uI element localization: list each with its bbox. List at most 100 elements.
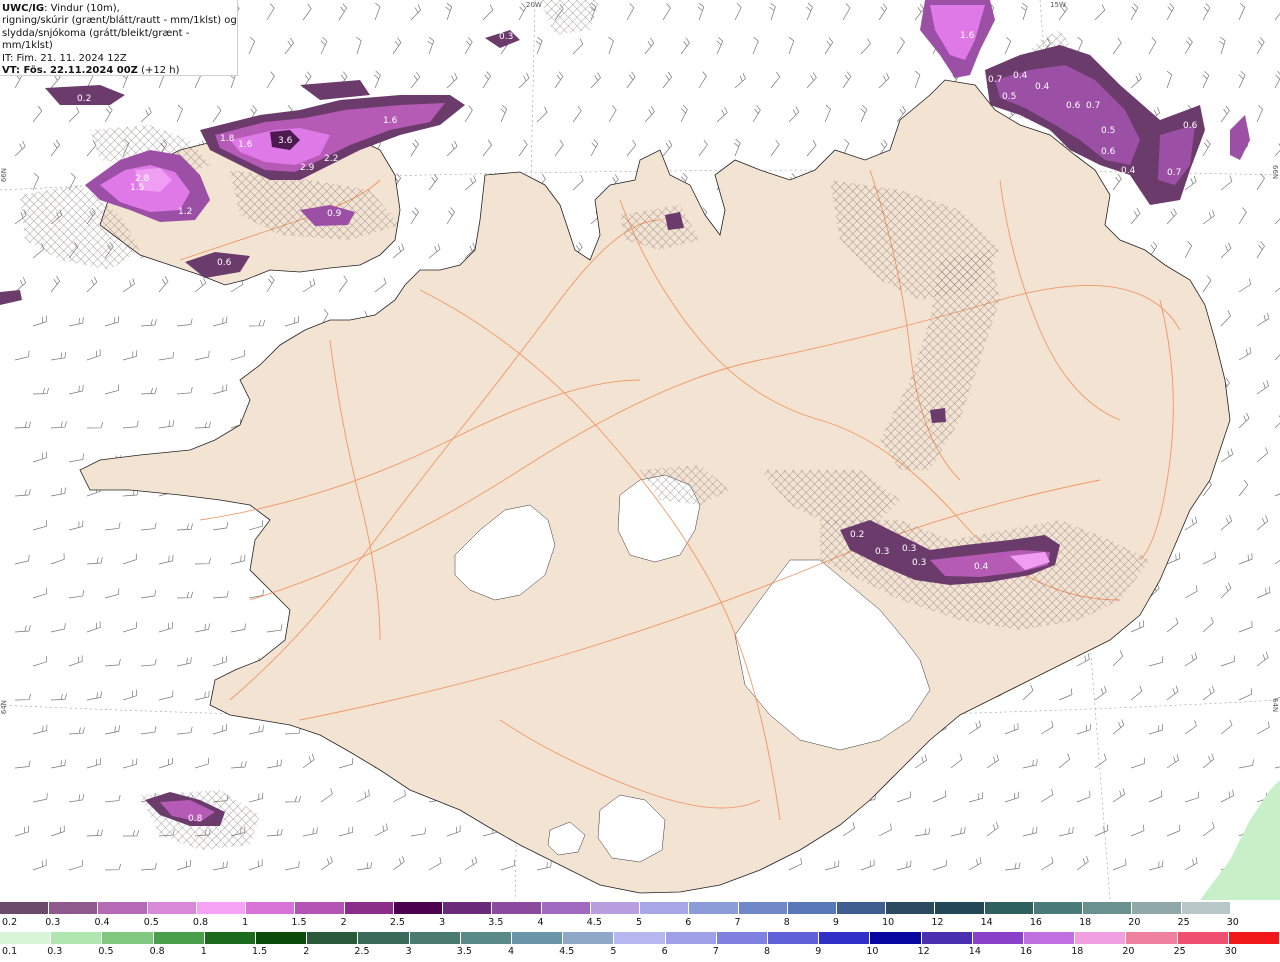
precip-label: 1.5 bbox=[130, 183, 144, 193]
wind-barb bbox=[1004, 36, 1012, 55]
wind-barb bbox=[1148, 860, 1164, 871]
legend-swatch bbox=[512, 932, 564, 944]
wind-barb bbox=[1166, 685, 1179, 701]
wind-barb bbox=[644, 37, 655, 55]
wind-barb bbox=[662, 71, 673, 89]
wind-barb bbox=[392, 37, 402, 55]
wind-barb bbox=[824, 37, 834, 55]
legend-value: 2.5 bbox=[354, 946, 370, 957]
wind-barb bbox=[104, 794, 121, 803]
precip-label: 0.3 bbox=[902, 544, 916, 554]
legend-swatch bbox=[614, 932, 666, 944]
legend-swatch bbox=[0, 932, 52, 944]
wind-barb bbox=[176, 318, 193, 327]
legend-value: 3.5 bbox=[488, 917, 504, 928]
legend-value: 1.5 bbox=[291, 917, 307, 928]
wind-barb bbox=[590, 139, 599, 157]
wind-barb bbox=[932, 859, 947, 871]
legend-swatch bbox=[665, 932, 717, 944]
wind-barb bbox=[392, 789, 406, 803]
legend-swatch bbox=[196, 902, 247, 914]
wind-barb bbox=[860, 104, 868, 123]
wind-barb bbox=[1274, 71, 1280, 89]
snow-colorbar bbox=[0, 902, 1280, 914]
wind-barb bbox=[374, 70, 381, 89]
wind-barb bbox=[536, 861, 552, 871]
wind-barb bbox=[302, 278, 316, 293]
wind-barb bbox=[212, 591, 229, 599]
wind-barb bbox=[950, 753, 963, 769]
wind-barb bbox=[896, 860, 912, 871]
wind-barb bbox=[1274, 218, 1280, 225]
header-valid-time: VT: Fös. 22.11.2024 00Z (+12 h) bbox=[2, 65, 237, 77]
legend-swatch bbox=[147, 902, 197, 914]
header-line-2: rigning/skúrir (grænt/blátt/rautt - mm/1… bbox=[2, 15, 237, 27]
wind-barb bbox=[50, 623, 66, 633]
legend-swatch bbox=[307, 932, 359, 944]
wind-barb bbox=[266, 624, 283, 633]
precip-label: 1.8 bbox=[220, 134, 235, 144]
wind-barb bbox=[230, 761, 247, 769]
forecast-info-box: UWC/IG: Vindur (10m), rigning/skúrir (gr… bbox=[0, 0, 238, 76]
wind-barb bbox=[1184, 791, 1199, 803]
legend-swatch bbox=[102, 932, 154, 944]
precip-label: 0.4 bbox=[1035, 82, 1050, 92]
wind-barb bbox=[356, 789, 370, 803]
snow-legend-labels: 0.2 0.3 0.4 0.5 0.8 1 1.5 2 2.5 3 3.5 4 4.5 5 6 7 8 9 10 12… bbox=[0, 917, 1280, 929]
precip-label: 0.6 bbox=[1066, 101, 1081, 111]
wind-barb bbox=[1220, 105, 1230, 123]
wind-barb bbox=[1220, 448, 1234, 463]
wind-barb bbox=[122, 278, 135, 293]
wind-barb bbox=[230, 349, 245, 361]
legend-value: 0.2 bbox=[2, 917, 18, 928]
legend-swatch bbox=[49, 902, 99, 914]
wind-barb bbox=[176, 591, 194, 599]
legend-swatch bbox=[492, 902, 542, 914]
wind-barb bbox=[14, 350, 30, 361]
wind-barb bbox=[428, 173, 438, 191]
wind-barb bbox=[32, 587, 47, 599]
wind-barb bbox=[1274, 559, 1280, 565]
wind-barb bbox=[284, 316, 299, 327]
legend-value: 7 bbox=[734, 917, 741, 928]
precip-label: 3.6 bbox=[278, 136, 293, 146]
wind-barb bbox=[1166, 208, 1177, 225]
wind-barb bbox=[104, 725, 120, 735]
wind-barb bbox=[1238, 278, 1252, 293]
wind-barb bbox=[1184, 585, 1198, 599]
wind-barb bbox=[356, 36, 362, 55]
wind-barb bbox=[626, 71, 636, 89]
legend-swatch bbox=[1024, 932, 1076, 944]
wind-barb bbox=[68, 727, 85, 735]
wind-barb bbox=[176, 523, 193, 531]
wind-barb bbox=[698, 71, 707, 89]
wind-barb bbox=[410, 827, 427, 837]
legend-swatch bbox=[246, 902, 296, 914]
wind-barb bbox=[14, 760, 31, 769]
wind-barb bbox=[176, 859, 191, 871]
wind-barb bbox=[1274, 287, 1280, 293]
wind-barb bbox=[1256, 515, 1269, 531]
wind-barb bbox=[1256, 104, 1264, 123]
wind-barb bbox=[1202, 551, 1216, 565]
wind-barb bbox=[554, 71, 564, 89]
wind-barb bbox=[50, 553, 65, 565]
wind-barb bbox=[842, 71, 852, 89]
wind-barb bbox=[842, 3, 851, 21]
wind-barb bbox=[1166, 824, 1181, 837]
wind-barb bbox=[518, 139, 528, 157]
wind-barb bbox=[122, 689, 137, 701]
legend-value: 20 bbox=[1122, 946, 1135, 957]
wind-barb bbox=[1058, 753, 1071, 769]
legend-value: 25 bbox=[1177, 917, 1190, 928]
wind-barb bbox=[1220, 719, 1233, 735]
wind-barb bbox=[14, 554, 30, 565]
wind-barb bbox=[194, 690, 210, 701]
wind-barb bbox=[176, 386, 193, 395]
wind-barb bbox=[14, 277, 27, 293]
wind-barb bbox=[158, 757, 173, 769]
wind-barb bbox=[122, 758, 138, 769]
wind-barb bbox=[1184, 37, 1193, 55]
wind-barb bbox=[248, 319, 266, 327]
wind-barb bbox=[86, 557, 103, 565]
